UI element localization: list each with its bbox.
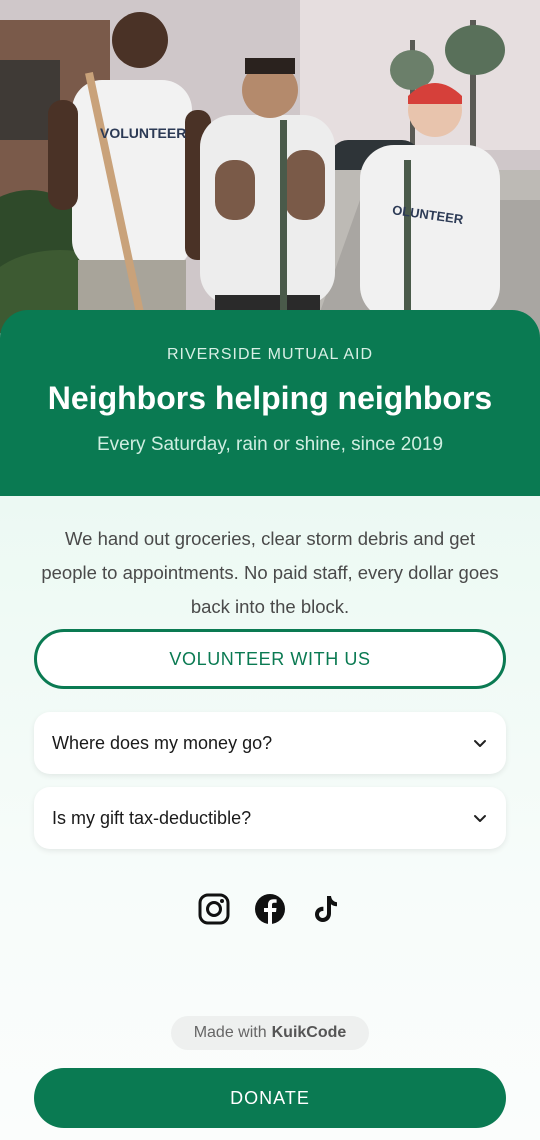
donate-button[interactable]: DONATE	[34, 1068, 506, 1128]
tiktok-icon[interactable]	[309, 892, 343, 926]
chevron-down-icon	[474, 815, 486, 822]
hero-photo: VOLUNTEER OLUNTEER	[0, 0, 540, 340]
header-card: RIVERSIDE MUTUAL AID Neighbors helping n…	[0, 310, 540, 496]
shirt-text: VOLUNTEER	[100, 125, 186, 141]
social-links	[0, 892, 540, 926]
faq-item-money[interactable]: Where does my money go?	[34, 712, 506, 774]
faq-question: Where does my money go?	[52, 732, 273, 753]
made-with-brand: KuikCode	[271, 1024, 347, 1041]
made-with-prefix: Made with	[193, 1024, 267, 1041]
org-name: RIVERSIDE MUTUAL AID	[166, 346, 374, 363]
chevron-down-icon	[474, 740, 486, 747]
page-title: Neighbors helping neighbors	[47, 380, 493, 416]
facebook-icon[interactable]	[253, 892, 287, 926]
volunteer-button[interactable]: VOLUNTEER WITH US	[34, 629, 506, 689]
faq-item-tax[interactable]: Is my gift tax-deductible?	[34, 787, 506, 849]
faq-question: Is my gift tax-deductible?	[52, 807, 252, 828]
instagram-icon[interactable]	[197, 892, 231, 926]
volunteers-illustration: VOLUNTEER OLUNTEER	[0, 0, 540, 340]
made-with-badge[interactable]: Made with KuikCode	[171, 1016, 369, 1050]
tagline: Every Saturday, rain or shine, since 201…	[96, 434, 444, 455]
description-text: We hand out groceries, clear storm debri…	[41, 528, 499, 617]
